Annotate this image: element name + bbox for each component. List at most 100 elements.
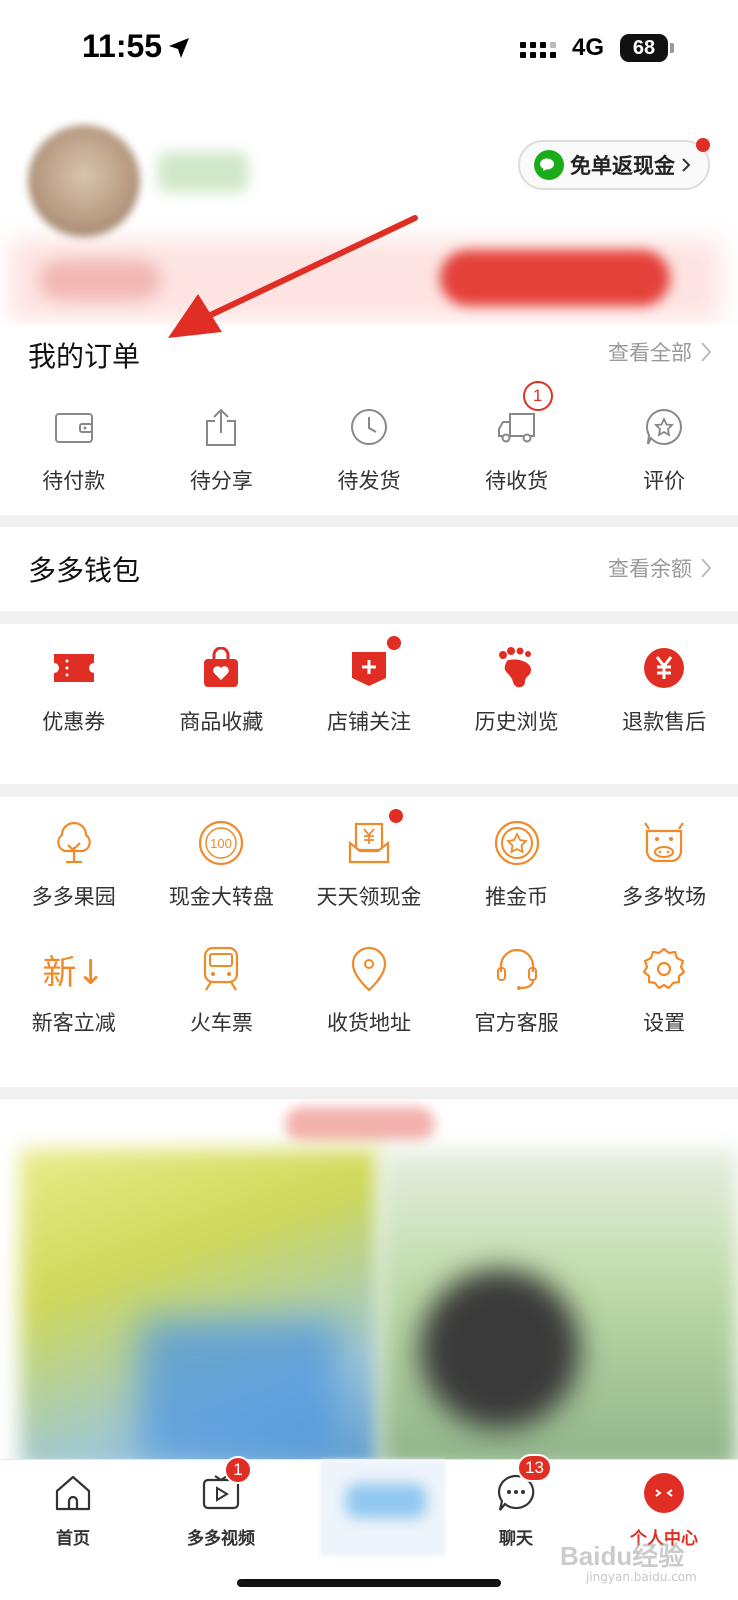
home-icon — [55, 1475, 91, 1511]
tool-label: 设置 — [643, 1011, 686, 1035]
banner-left[interactable] — [40, 260, 160, 300]
wallet-icon — [54, 413, 93, 443]
network-type: 4G — [572, 34, 605, 61]
footprint-icon — [498, 647, 531, 688]
cash-envelope-icon — [348, 822, 390, 864]
train-icon — [204, 946, 239, 991]
quick-link-label: 商品收藏 — [179, 710, 264, 734]
wheel-100-icon: 100 — [199, 820, 244, 866]
chevron-right-icon — [682, 158, 691, 172]
nav-label: 首页 — [56, 1529, 90, 1549]
tool-label: 收货地址 — [326, 1011, 411, 1035]
clock-icon — [350, 409, 387, 445]
quick-link-label: 历史浏览 — [474, 710, 559, 734]
train-ticket-item[interactable]: 火车票 — [148, 945, 296, 1037]
ranch-item[interactable]: 多多牧场 — [590, 819, 738, 911]
tool-label: 多多果园 — [31, 885, 116, 909]
wallet-section[interactable]: 多多钱包 查看余额 — [0, 527, 738, 611]
headset-icon — [496, 948, 537, 990]
orchard-item[interactable]: 多多果园 — [0, 819, 148, 911]
tools-section: 多多果园 100 现金大转盘 天天领现金 推金币 多多牧场 新↓ 新客立减 火车… — [0, 797, 738, 1087]
quick-link-label: 退款售后 — [622, 710, 707, 734]
order-pending-receipt[interactable]: 1 待收货 — [443, 381, 591, 495]
product-image-detail — [420, 1269, 580, 1429]
order-review[interactable]: 评价 — [590, 403, 738, 495]
push-coin-item[interactable]: 推金币 — [443, 819, 591, 911]
order-label: 待发货 — [337, 469, 401, 493]
tool-label: 火车票 — [189, 1011, 253, 1035]
profile-icon — [644, 1473, 684, 1513]
customer-service-item[interactable]: 官方客服 — [443, 945, 591, 1037]
new-customer-item[interactable]: 新↓ 新客立减 — [0, 945, 148, 1037]
recommendation-title — [285, 1107, 435, 1141]
product-image-detail — [140, 1319, 340, 1459]
status-time: 11:55 — [82, 28, 163, 64]
avatar[interactable] — [28, 125, 140, 237]
favorites-item[interactable]: 商品收藏 — [148, 644, 296, 736]
cashback-button[interactable]: 免单返现金 — [518, 140, 710, 190]
tool-label: 天天领现金 — [316, 885, 422, 909]
nav-video[interactable]: 1 多多视频 — [161, 1456, 281, 1549]
address-item[interactable]: 收货地址 — [295, 945, 443, 1037]
tool-label: 新客立减 — [31, 1011, 116, 1035]
battery-tip — [670, 43, 674, 53]
favorite-bag-icon — [204, 647, 239, 687]
tool-label: 推金币 — [485, 885, 549, 909]
truck-icon — [497, 413, 535, 443]
chat-badge: 13 — [517, 1454, 552, 1482]
tree-icon — [56, 821, 91, 864]
share-icon — [206, 408, 237, 446]
order-count-badge: 1 — [522, 381, 553, 411]
settings-item[interactable]: 设置 — [590, 945, 738, 1037]
view-balance-label: 查看余额 — [608, 557, 692, 581]
cash-wheel-item[interactable]: 100 现金大转盘 — [148, 819, 296, 911]
cashback-label: 免单返现金 — [570, 154, 675, 178]
nav-chat[interactable]: 13 聊天 — [456, 1454, 576, 1549]
history-item[interactable]: 历史浏览 — [443, 644, 591, 736]
view-balance-link[interactable]: 查看余额 — [608, 553, 712, 583]
signal-icon — [520, 42, 556, 58]
order-label: 评价 — [643, 469, 686, 493]
orders-title: 我的订单 — [28, 340, 141, 373]
status-bar: 11:55 4G 68 — [0, 0, 738, 100]
center-promo-graphic — [346, 1484, 426, 1518]
order-pending-payment[interactable]: 待付款 — [0, 403, 148, 495]
coin-icon — [494, 820, 539, 866]
tool-label: 官方客服 — [474, 1011, 559, 1035]
location-arrow-icon — [169, 38, 189, 58]
order-label: 待分享 — [189, 469, 253, 493]
user-name[interactable] — [158, 152, 248, 192]
daily-cash-item[interactable]: 天天领现金 — [295, 809, 443, 911]
wechat-icon — [534, 150, 564, 180]
tool-label: 现金大转盘 — [168, 885, 274, 909]
store-follow-icon — [351, 652, 386, 686]
review-icon — [646, 408, 683, 445]
settings-gear-icon — [643, 947, 686, 990]
view-all-label: 查看全部 — [608, 341, 692, 365]
chevron-right-icon — [701, 558, 712, 578]
svg-text:100: 100 — [211, 836, 233, 851]
new-discount-icon: 新↓ — [42, 952, 106, 993]
quick-link-label: 优惠券 — [42, 710, 106, 734]
store-follow-item[interactable]: 店铺关注 — [295, 636, 443, 736]
wallet-title: 多多钱包 — [28, 554, 141, 587]
quick-links-section: 优惠券 商品收藏 店铺关注 历史浏览 退款售后 — [0, 624, 738, 784]
nav-label: 多多视频 — [187, 1529, 255, 1549]
nav-home[interactable]: 首页 — [13, 1470, 133, 1549]
refund-item[interactable]: 退款售后 — [590, 644, 738, 736]
order-pending-shipment[interactable]: 待发货 — [295, 403, 443, 495]
watermark-sub: jingyan.baidu.com — [586, 1570, 697, 1584]
watermark: Baidu经验 — [560, 1541, 685, 1571]
view-all-orders-link[interactable]: 查看全部 — [608, 337, 712, 367]
order-pending-share[interactable]: 待分享 — [148, 403, 296, 495]
notification-dot — [696, 138, 710, 152]
annotation-arrow — [168, 215, 418, 338]
cow-icon — [644, 822, 685, 863]
banner-action-button[interactable] — [440, 250, 670, 306]
quick-link-label: 店铺关注 — [326, 710, 411, 734]
coupons-item[interactable]: 优惠券 — [0, 644, 148, 736]
video-badge: 1 — [224, 1456, 252, 1484]
notification-dot — [388, 809, 403, 823]
order-label: 待收货 — [485, 469, 549, 493]
home-indicator — [237, 1579, 501, 1587]
